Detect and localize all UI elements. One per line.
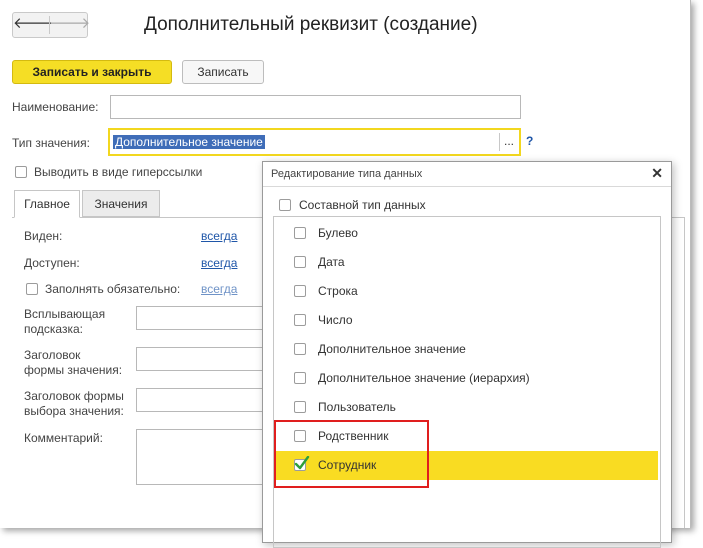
type-item-label: Число bbox=[318, 313, 353, 327]
required-label: Заполнять обязательно: bbox=[45, 282, 181, 296]
type-item-checkbox[interactable] bbox=[294, 314, 306, 326]
choice-title-label: Заголовок формы выбора значения: bbox=[24, 389, 124, 419]
name-field[interactable] bbox=[110, 95, 521, 119]
tooltip-label-line2: подсказка: bbox=[24, 322, 83, 336]
available-label: Доступен: bbox=[24, 256, 80, 270]
required-checkbox[interactable] bbox=[26, 283, 38, 295]
type-label: Тип значения: bbox=[12, 136, 90, 150]
ellipsis-icon[interactable]: ... bbox=[504, 134, 514, 148]
type-item-label: Дополнительное значение (иерархия) bbox=[318, 371, 530, 385]
type-item-checkbox[interactable] bbox=[294, 372, 306, 384]
dialog-title: Редактирование типа данных bbox=[271, 168, 423, 180]
tooltip-label-line1: Всплывающая bbox=[24, 307, 106, 321]
form-title-label: Заголовок формы значения: bbox=[24, 348, 122, 378]
form-title-label-line2: формы значения: bbox=[24, 363, 123, 377]
help-icon[interactable]: ? bbox=[526, 134, 533, 148]
comment-field[interactable] bbox=[136, 429, 266, 485]
close-icon[interactable]: ✕ bbox=[651, 165, 663, 182]
type-item-label: Строка bbox=[318, 284, 358, 298]
composite-type-label: Составной тип данных bbox=[299, 198, 426, 212]
visible-link[interactable]: всегда bbox=[201, 229, 237, 243]
type-item-number[interactable]: Число bbox=[274, 306, 658, 335]
type-item-date[interactable]: Дата bbox=[274, 248, 658, 277]
name-label: Наименование: bbox=[12, 100, 99, 114]
visible-label: Виден: bbox=[24, 229, 63, 243]
type-item-checkbox[interactable] bbox=[294, 227, 306, 239]
comment-label: Комментарий: bbox=[24, 431, 103, 445]
type-item-checkbox[interactable] bbox=[294, 285, 306, 297]
composite-type-checkbox[interactable] bbox=[279, 199, 291, 211]
save-and-close-button[interactable]: Записать и закрыть bbox=[12, 60, 172, 84]
tooltip-field[interactable] bbox=[136, 306, 266, 330]
required-link[interactable]: всегда bbox=[201, 282, 237, 296]
type-item-additional-value[interactable]: Дополнительное значение bbox=[274, 335, 658, 364]
type-item-label: Пользователь bbox=[318, 400, 396, 414]
tab-values[interactable]: Значения bbox=[82, 190, 160, 217]
type-item-label: Дополнительное значение bbox=[318, 342, 466, 356]
type-item-user[interactable]: Пользователь bbox=[274, 393, 658, 422]
type-field-divider bbox=[499, 133, 500, 151]
choice-title-label-line1: Заголовок формы bbox=[24, 389, 124, 403]
tab-panel-border bbox=[684, 217, 685, 528]
hyperlink-label: Выводить в виде гиперссылки bbox=[34, 165, 203, 179]
type-item-checkbox[interactable] bbox=[294, 256, 306, 268]
back-arrow-icon[interactable]: 🡐 bbox=[13, 13, 53, 37]
dialog-title-divider bbox=[263, 186, 671, 187]
type-field[interactable]: Дополнительное значение ... bbox=[108, 128, 521, 156]
tab-main[interactable]: Главное bbox=[14, 190, 80, 218]
type-item-label: Булево bbox=[318, 226, 358, 240]
form-title-field[interactable] bbox=[136, 347, 266, 371]
type-item-label: Дата bbox=[318, 255, 345, 269]
window-title: Дополнительный реквизит (создание) bbox=[144, 14, 478, 35]
type-value: Дополнительное значение bbox=[113, 135, 265, 149]
hyperlink-checkbox[interactable] bbox=[15, 166, 27, 178]
type-item-checkbox[interactable] bbox=[294, 343, 306, 355]
type-item-additional-value-hierarchy[interactable]: Дополнительное значение (иерархия) bbox=[274, 364, 658, 393]
forward-arrow-icon[interactable]: 🡒 bbox=[50, 13, 90, 37]
type-item-string[interactable]: Строка bbox=[274, 277, 658, 306]
highlight-frame bbox=[274, 420, 429, 488]
form-title-label-line1: Заголовок bbox=[24, 348, 81, 362]
choice-title-field[interactable] bbox=[136, 388, 266, 412]
type-item-checkbox[interactable] bbox=[294, 401, 306, 413]
type-item-boolean[interactable]: Булево bbox=[274, 219, 658, 248]
navigation-group: 🡐 🡒 bbox=[12, 12, 90, 38]
available-link[interactable]: всегда bbox=[201, 256, 237, 270]
type-list: Булево Дата Строка Число Дополнительное … bbox=[273, 216, 661, 548]
tooltip-label: Всплывающая подсказка: bbox=[24, 307, 105, 337]
choice-title-label-line2: выбора значения: bbox=[24, 404, 124, 418]
save-button[interactable]: Записать bbox=[182, 60, 264, 84]
